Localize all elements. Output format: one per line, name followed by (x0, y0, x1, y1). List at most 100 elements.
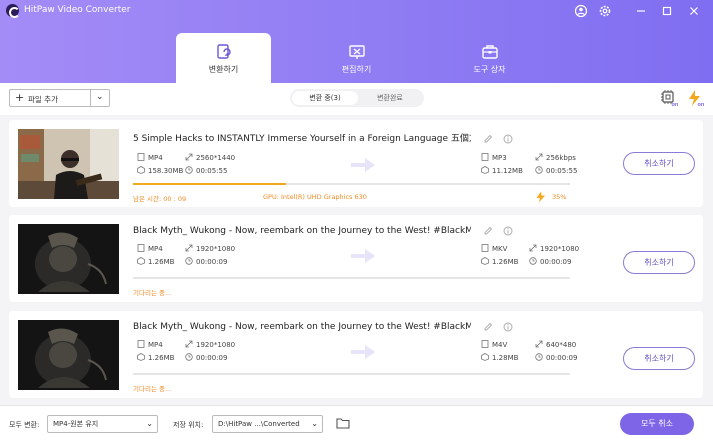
status-segment-control: 변환 중(3) 변환완료 (290, 89, 424, 107)
cancel-button[interactable]: 취소하기 (623, 251, 695, 274)
size-icon (481, 257, 489, 265)
video-thumbnail[interactable] (18, 224, 119, 294)
convert-all-value: MP4-원본 유지 (53, 420, 99, 428)
status-text: 기다리는 중... (133, 385, 172, 393)
video-thumbnail[interactable] (18, 320, 119, 390)
info-icon[interactable] (503, 322, 513, 332)
add-file-label: 파일 추가 (28, 95, 58, 104)
convert-all-format-select[interactable]: MP4-원본 유지 ⌄ (47, 415, 158, 433)
target-resolution: 256kbps (535, 153, 576, 162)
size-icon (137, 166, 145, 174)
arrow-right-icon (351, 158, 375, 172)
target-resolution: 640*480 (535, 340, 576, 349)
convert-all-label: 모두 변환: (9, 421, 40, 429)
close-icon[interactable] (687, 4, 701, 18)
chevron-down-icon[interactable]: ⌄ (96, 92, 104, 102)
tab-label: 편집하기 (341, 65, 372, 74)
source-resolution: 2560*1440 (185, 153, 235, 162)
folder-icon[interactable] (336, 417, 350, 429)
high-speed-bolt-icon[interactable]: on (686, 89, 704, 107)
size-icon (137, 353, 145, 361)
file-name: Black Myth_ Wukong - Now, reembark on th… (133, 226, 471, 236)
target-resolution: 1920*1080 (529, 244, 579, 253)
file-name: Black Myth_ Wukong - Now, reembark on th… (133, 322, 471, 332)
progress-percent: 35% (552, 193, 567, 201)
source-size: 1.26MB (137, 257, 174, 266)
target-duration: 00:00:09 (529, 257, 571, 266)
size-icon (481, 353, 489, 361)
edit-pencil-icon[interactable] (483, 322, 493, 332)
tab-convert[interactable]: 변환하기 (176, 33, 271, 83)
list-item: Black Myth_ Wukong - Now, reembark on th… (9, 215, 703, 302)
resolution-icon (535, 340, 543, 348)
cancel-all-button[interactable]: 모두 취소 (620, 413, 694, 435)
target-format: MP3 (481, 153, 507, 162)
source-resolution: 1920*1080 (185, 244, 235, 253)
source-size: 158.30MB (137, 166, 183, 175)
arrow-right-icon (351, 345, 375, 359)
segment-converting[interactable]: 변환 중(3) (292, 91, 358, 105)
file-icon (481, 153, 489, 161)
target-size: 1.28MB (481, 353, 518, 362)
clock-icon (185, 166, 193, 174)
progress-bar (133, 277, 570, 279)
video-thumbnail[interactable] (18, 129, 119, 199)
plus-icon: + (15, 91, 25, 104)
add-file-button[interactable]: + 파일 추가 ⌄ (9, 89, 110, 107)
hw-badge: on (672, 102, 679, 107)
source-duration: 00:00:09 (185, 257, 227, 266)
file-icon (137, 340, 145, 348)
list-item: 5 Simple Hacks to INSTANTLY Immerse Your… (9, 120, 703, 207)
gpu-text: GPU: Intel(R) UHD Graphics 630 (263, 193, 367, 201)
segment-converted[interactable]: 변환완료 (358, 91, 422, 105)
minimize-icon[interactable] (634, 4, 648, 18)
tab-label: 변환하기 (208, 65, 239, 74)
save-to-label: 저장 위치: (173, 421, 204, 429)
tab-toolbox[interactable]: 도구 상자 (442, 33, 537, 83)
source-format: MP4 (137, 153, 163, 162)
file-icon (137, 244, 145, 252)
target-format: M4V (481, 340, 507, 349)
settings-gear-icon[interactable] (598, 4, 612, 18)
size-icon (137, 257, 145, 265)
clock-icon (535, 353, 543, 361)
clock-icon (529, 257, 537, 265)
toolbox-icon (481, 45, 498, 59)
conversion-list: 5 Simple Hacks to INSTANTLY Immerse Your… (0, 115, 713, 405)
toolbar: + 파일 추가 ⌄ 변환 중(3) 변환완료 on on (0, 83, 713, 115)
maximize-icon[interactable] (660, 4, 674, 18)
app-title: HitPaw Video Converter (24, 5, 131, 15)
target-format: MKV (481, 244, 507, 253)
clock-icon (185, 257, 193, 265)
tab-edit[interactable]: 편집하기 (309, 33, 404, 83)
status-text: 기다리는 중... (133, 289, 172, 297)
cancel-button[interactable]: 취소하기 (623, 152, 695, 175)
target-size: 1.26MB (481, 257, 518, 266)
resolution-icon (185, 340, 193, 348)
speed-badge: on (698, 102, 705, 107)
progress-bar (133, 183, 570, 185)
status-text: 남은 시간: 00 : 09 (133, 195, 187, 203)
edit-pencil-icon[interactable] (483, 134, 493, 144)
source-duration: 00:00:09 (185, 353, 227, 362)
file-icon (481, 340, 489, 348)
info-icon[interactable] (503, 134, 513, 144)
source-duration: 00:05:55 (185, 166, 227, 175)
save-to-value: D:\HitPaw ...\Converted (218, 420, 300, 428)
speed-bolt-icon (536, 191, 545, 203)
convert-icon (216, 44, 231, 59)
footer-bar: 모두 변환: MP4-원본 유지 ⌄ 저장 위치: D:\HitPaw ...\… (0, 405, 713, 440)
hardware-acceleration-icon[interactable]: on (660, 89, 678, 107)
tab-label: 도구 상자 (473, 65, 506, 74)
file-icon (481, 244, 489, 252)
file-icon (137, 153, 145, 161)
account-icon[interactable] (574, 4, 588, 18)
resolution-icon (185, 244, 193, 252)
save-to-path-select[interactable]: D:\HitPaw ...\Converted ⌄ (212, 415, 323, 433)
edit-pencil-icon[interactable] (483, 226, 493, 236)
info-icon[interactable] (503, 226, 513, 236)
app-logo-icon (6, 4, 20, 18)
cancel-button[interactable]: 취소하기 (623, 347, 695, 370)
edit-icon (348, 45, 365, 59)
source-resolution: 1920*1080 (185, 340, 235, 349)
